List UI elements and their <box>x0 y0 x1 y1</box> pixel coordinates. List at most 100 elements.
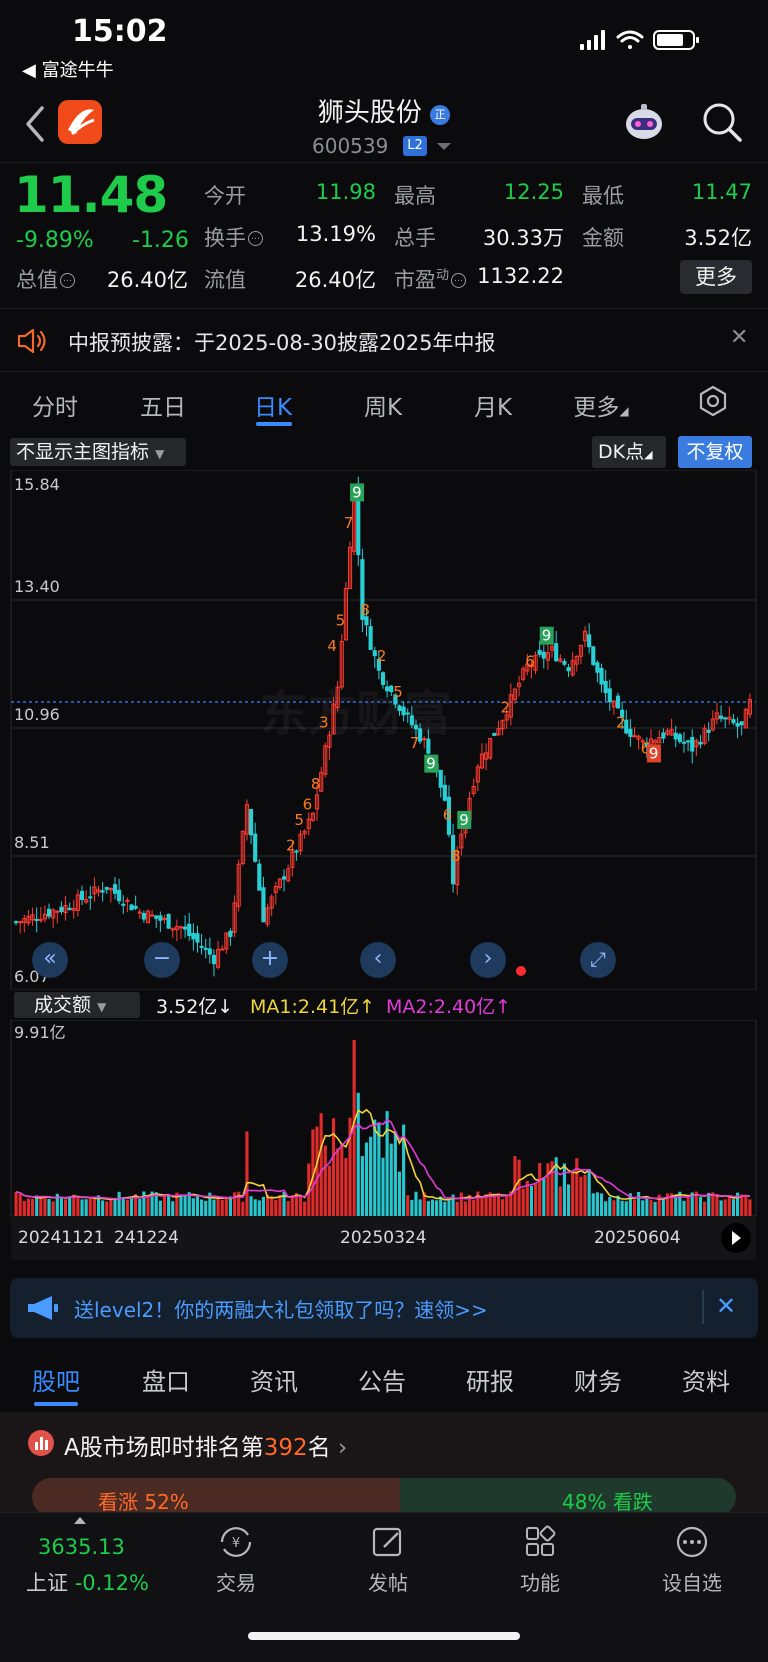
sentiment-bar: 看涨 52% 48% 看跌 <box>32 1478 736 1516</box>
chevron-up-icon[interactable] <box>74 1517 86 1524</box>
y-tick: 13.40 <box>14 577 60 596</box>
back-to-app-link[interactable]: ◀ 富途牛牛 <box>22 56 114 82</box>
x-label: 20250604 <box>594 1228 681 1248</box>
tab-monthly-k[interactable]: 月K <box>448 388 538 422</box>
candle-body <box>55 910 60 913</box>
candle-body <box>731 719 736 724</box>
tab-news[interactable]: 资讯 <box>224 1362 324 1397</box>
sequence-marker: 7 <box>344 514 354 532</box>
low-label: 最低 <box>582 184 624 208</box>
tab-announcements[interactable]: 公告 <box>332 1362 432 1397</box>
info-icon[interactable]: … <box>248 231 263 246</box>
close-icon[interactable]: ✕ <box>716 1292 736 1320</box>
volume-bar <box>274 1199 278 1216</box>
nav-add-watchlist[interactable]: 设自选 <box>642 1525 742 1596</box>
promo-banner[interactable]: 送level2！你的两融大礼包领取了吗？速领>> ✕ <box>10 1278 758 1338</box>
volume-value: 3.52亿↓ <box>156 996 234 1018</box>
nav-trade-label: 交易 <box>216 1571 256 1595</box>
search-button[interactable] <box>700 100 744 144</box>
volume-bar <box>138 1199 142 1216</box>
volume-bar <box>142 1191 146 1216</box>
candle-body <box>413 724 419 730</box>
last-price: 11.48 <box>14 166 168 224</box>
notice-bar[interactable]: 中报预披露：于2025-08-30披露2025年中报 ✕ <box>0 308 768 372</box>
tab-financials[interactable]: 财务 <box>548 1362 648 1397</box>
candle-body <box>677 734 682 742</box>
volume-bar <box>571 1170 575 1216</box>
candle-body <box>401 706 406 716</box>
tab-weekly-k[interactable]: 周K <box>338 388 428 422</box>
main-indicator-select[interactable]: 不显示主图指标 ▼ <box>10 438 186 466</box>
zoom-in-button[interactable]: + <box>252 942 288 978</box>
promo-text: 送level2！你的两融大礼包领取了吗？速领>> <box>74 1298 488 1322</box>
volume-bar <box>599 1193 604 1216</box>
tab-forum[interactable]: 股吧 <box>6 1362 106 1397</box>
tab-more[interactable]: 更多◢ <box>556 388 646 422</box>
volume-bar <box>92 1199 96 1216</box>
volume-bar <box>632 1199 637 1216</box>
trade-icon: ¥ <box>220 1527 252 1557</box>
volume-bar <box>146 1196 150 1216</box>
candle-body <box>739 721 744 726</box>
tab-daily-k[interactable]: 日K <box>228 388 318 422</box>
low-value: 11.47 <box>691 180 752 204</box>
candle-body <box>442 784 447 801</box>
tab-five-day[interactable]: 五日 <box>118 388 208 422</box>
candle-body <box>422 738 427 741</box>
volume-bar <box>410 1199 414 1216</box>
market-cap-value: 26.40亿 <box>106 268 188 292</box>
volume-bar <box>472 1199 476 1216</box>
sequence-marker: 7 <box>410 734 420 752</box>
bar-chart-icon <box>28 1430 54 1456</box>
dk-point-button[interactable]: DK点◢ <box>592 436 666 468</box>
volume-bar <box>624 1201 628 1216</box>
chevron-down-icon[interactable] <box>437 143 451 150</box>
candle-body <box>615 695 621 709</box>
jump-start-button[interactable]: « <box>32 942 68 978</box>
tab-orderbook[interactable]: 盘口 <box>116 1362 216 1397</box>
volume-bar <box>381 1157 385 1216</box>
scroll-left-button[interactable]: ‹ <box>360 942 396 978</box>
candle-body <box>690 736 695 752</box>
next-page-button <box>721 1223 751 1253</box>
robot-assistant-icon[interactable] <box>622 102 666 142</box>
zoom-out-button[interactable]: − <box>144 942 180 978</box>
volume-indicator-select[interactable]: 成交额 ▼ <box>14 992 140 1018</box>
candle-body <box>438 769 443 788</box>
tab-research[interactable]: 研报 <box>440 1362 540 1397</box>
nav-functions[interactable]: 功能 <box>490 1525 590 1596</box>
tab-profile[interactable]: 资料 <box>656 1362 756 1397</box>
close-icon[interactable]: ✕ <box>730 325 748 350</box>
index-value[interactable]: 3635.13 <box>38 1535 125 1559</box>
candle-body <box>178 926 184 929</box>
volume-bar <box>744 1195 748 1216</box>
tab-intraday[interactable]: 分时 <box>10 388 100 422</box>
ranking-card[interactable]: A股市场即时排名第392名 › 看涨 52% 48% 看跌 <box>0 1412 768 1516</box>
nav-trade[interactable]: ¥ 交易 <box>186 1525 286 1596</box>
candle-body <box>426 738 431 754</box>
x-label: 20250324 <box>340 1228 427 1248</box>
candle-body <box>104 886 109 890</box>
volume-bar <box>249 1196 253 1216</box>
candle-body <box>681 741 687 744</box>
stock-code[interactable]: 600539 <box>312 134 388 158</box>
info-icon[interactable]: … <box>451 273 467 288</box>
candle-body <box>158 915 163 921</box>
scroll-right-button[interactable]: › <box>470 942 506 978</box>
fullscreen-button[interactable]: ⤢ <box>580 942 616 978</box>
volume-bar <box>129 1196 134 1216</box>
candle-body <box>723 717 728 720</box>
candle-body <box>628 728 633 737</box>
settings-gear-icon[interactable] <box>696 384 730 418</box>
info-icon[interactable]: … <box>60 273 75 288</box>
adjust-button[interactable]: 不复权 <box>678 436 752 468</box>
volume-chart[interactable]: 9.91亿 20241121 241224 20250324 20250604 <box>0 1019 768 1264</box>
volume-bar <box>480 1198 484 1216</box>
candle-body <box>191 932 196 940</box>
official-badge: 正 <box>430 105 451 125</box>
index-label[interactable]: 上证 -0.12% <box>26 1567 149 1597</box>
nav-post[interactable]: 发帖 <box>338 1525 438 1596</box>
kline-chart[interactable]: 东方财富 15.84 13.40 10.96 8.51 6.07 2568345… <box>0 469 768 991</box>
volume-bar <box>703 1201 707 1216</box>
more-button[interactable]: 更多 <box>680 260 752 294</box>
